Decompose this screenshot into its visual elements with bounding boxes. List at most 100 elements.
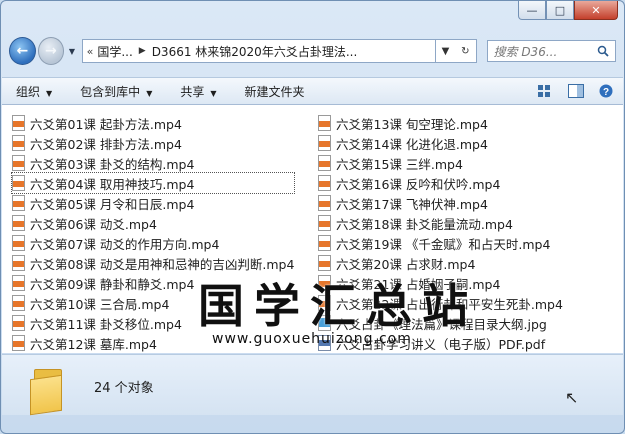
new-folder-label: 新建文件夹 (244, 84, 305, 99)
file-item[interactable]: 六爻第10课 三合局.mp4 (12, 293, 294, 313)
view-controls: ? (537, 84, 623, 98)
file-name: 六爻第22课 占出行卦和平安生死卦.mp4 (336, 296, 563, 312)
new-folder-button[interactable]: 新建文件夹 (231, 83, 319, 100)
close-button[interactable]: ✕ (574, 1, 618, 20)
file-name: 六爻第05课 月令和日辰.mp4 (30, 196, 195, 212)
breadcrumb-overflow-icon[interactable]: « (87, 45, 94, 58)
file-item[interactable]: 六爻第13课 旬空理论.mp4 (318, 113, 563, 133)
file-item[interactable]: 六爻第09课 静卦和静爻.mp4 (12, 273, 294, 293)
chevron-down-icon: ▼ (46, 88, 53, 98)
search-input[interactable]: 搜索 D36... (486, 40, 616, 62)
share-label: 共享 (180, 84, 205, 99)
mp4-file-icon (12, 175, 26, 191)
mp4-file-icon (318, 195, 332, 211)
mp4-file-icon (12, 155, 26, 171)
file-item[interactable]: 六爻第07课 动爻的作用方向.mp4 (12, 233, 294, 253)
file-item[interactable]: 六爻第06课 动爻.mp4 (12, 213, 294, 233)
file-name: 六爻第07课 动爻的作用方向.mp4 (30, 236, 220, 252)
file-name: 六爻第11课 卦爻移位.mp4 (30, 316, 182, 332)
file-name: 六爻第04课 取用神技巧.mp4 (30, 176, 195, 192)
chevron-down-icon: ▼ (146, 88, 153, 98)
organize-menu[interactable]: 组织 ▼ (2, 83, 66, 100)
file-item[interactable]: 六爻第15课 三绊.mp4 (318, 153, 563, 173)
share-menu[interactable]: 共享 ▼ (166, 83, 230, 100)
file-item[interactable]: 六爻第12课 墓库.mp4 (12, 333, 294, 353)
file-item[interactable]: 六爻第03课 卦爻的结构.mp4 (12, 153, 294, 173)
address-dropdown-icon[interactable]: ▼ (442, 46, 450, 57)
file-name: 六爻第15课 三绊.mp4 (336, 156, 463, 172)
file-name: 六爻第02课 排卦方法.mp4 (30, 136, 182, 152)
include-in-library-menu[interactable]: 包含到库中 ▼ (66, 83, 166, 100)
organize-label: 组织 (16, 84, 41, 99)
mp4-file-icon (12, 195, 26, 211)
mp4-file-icon (318, 155, 332, 171)
file-item[interactable]: 六爻第02课 排卦方法.mp4 (12, 133, 294, 153)
file-item[interactable]: 六爻第14课 化进化退.mp4 (318, 133, 563, 153)
address-bar[interactable]: « 国学... ▶ D3661 林来锦2020年六爻占卦理法... (81, 39, 436, 63)
file-name: 六爻第06课 动爻.mp4 (30, 216, 157, 232)
file-name: 六爻第12课 墓库.mp4 (30, 336, 157, 352)
maximize-button[interactable]: □ (546, 1, 574, 20)
mp4-file-icon (12, 275, 26, 291)
help-icon[interactable]: ? (597, 84, 615, 98)
mp4-file-icon (12, 115, 26, 131)
mp4-file-icon (318, 175, 332, 191)
back-button[interactable]: ← (9, 37, 36, 65)
breadcrumb-separator[interactable]: ▶ (139, 46, 146, 56)
mp4-file-icon (318, 215, 332, 231)
file-item[interactable]: 六爻第08课 动爻是用神和忌神的吉凶判断.mp4 (12, 253, 294, 273)
file-name: 六爻第17课 飞神伏神.mp4 (336, 196, 488, 212)
file-list-pane[interactable]: 六爻第01课 起卦方法.mp4 六爻第02课 排卦方法.mp4 六爻第03课 卦爻的… (2, 105, 623, 353)
minimize-button[interactable]: — (518, 1, 546, 20)
file-item[interactable]: 六爻第19课 《千金赋》和占天时.mp4 (318, 233, 563, 253)
file-item[interactable]: 六爻第01课 起卦方法.mp4 (12, 113, 294, 133)
search-placeholder: 搜索 D36... (493, 44, 558, 59)
refresh-icon[interactable]: ↻ (461, 46, 469, 57)
recent-pages-dropdown[interactable]: ▼ (66, 47, 77, 56)
pdf-file-icon (318, 335, 332, 351)
file-item[interactable]: 六爻占卦学习讲义（电子版）PDF.pdf (318, 333, 563, 353)
include-in-library-label: 包含到库中 (80, 84, 141, 99)
file-item[interactable]: 六爻第18课 卦爻能量流动.mp4 (318, 213, 563, 233)
forward-button[interactable]: → (37, 37, 65, 65)
caption-buttons: — □ ✕ (518, 1, 618, 20)
mp4-file-icon (318, 295, 332, 311)
file-item[interactable]: 六爻第20课 占求财.mp4 (318, 253, 563, 273)
file-item[interactable]: 六爻占卦《理法篇》课程目录大纲.jpg (318, 313, 563, 333)
mp4-file-icon (318, 135, 332, 151)
chevron-down-icon: ▼ (210, 88, 217, 98)
breadcrumb-item-guoxue[interactable]: 国学... (97, 43, 132, 60)
magnifier-icon[interactable] (597, 45, 609, 57)
jpg-file-icon (318, 315, 332, 331)
mp4-file-icon (12, 235, 26, 251)
file-item[interactable]: 六爻第22课 占出行卦和平安生死卦.mp4 (318, 293, 563, 313)
file-name: 六爻第20课 占求财.mp4 (336, 256, 476, 272)
file-item[interactable]: 六爻第04课 取用神技巧.mp4 (10, 172, 296, 194)
file-item[interactable]: 六爻第16课 反吟和伏吟.mp4 (318, 173, 563, 193)
file-name: 六爻第10课 三合局.mp4 (30, 296, 170, 312)
mouse-cursor-icon: ↖ (565, 388, 579, 407)
mp4-file-icon (12, 255, 26, 271)
file-item[interactable]: 六爻第11课 卦爻移位.mp4 (12, 313, 294, 333)
file-name: 六爻第13课 旬空理论.mp4 (336, 116, 488, 132)
file-item[interactable]: 六爻第21课 占婚姻子嗣.mp4 (318, 273, 563, 293)
file-name: 六爻第01课 起卦方法.mp4 (30, 116, 182, 132)
command-bar: 组织 ▼ 包含到库中 ▼ 共享 ▼ 新建文件夹 ? (2, 77, 623, 105)
mp4-file-icon (12, 135, 26, 151)
help-glyph: ? (603, 87, 609, 98)
file-column-left: 六爻第01课 起卦方法.mp4 六爻第02课 排卦方法.mp4 六爻第03课 卦爻的… (10, 113, 296, 353)
file-column-right: 六爻第13课 旬空理论.mp4 六爻第14课 化进化退.mp4 六爻第15课 三绊.… (318, 113, 563, 353)
file-item[interactable]: 六爻第17课 飞神伏神.mp4 (318, 193, 563, 213)
mp4-file-icon (12, 315, 26, 331)
breadcrumb-item-current-folder[interactable]: D3661 林来锦2020年六爻占卦理法... (152, 43, 358, 60)
file-name: 六爻第03课 卦爻的结构.mp4 (30, 156, 195, 172)
address-controls: ▼ ↻ (435, 39, 477, 63)
mp4-file-icon (12, 295, 26, 311)
mp4-file-icon (318, 275, 332, 291)
preview-pane-icon[interactable] (567, 84, 585, 98)
view-options-icon[interactable] (537, 84, 555, 98)
details-pane: 24 个对象 (2, 354, 623, 416)
file-name: 六爻第19课 《千金赋》和占天时.mp4 (336, 236, 551, 252)
file-item[interactable]: 六爻第05课 月令和日辰.mp4 (12, 193, 294, 213)
mp4-file-icon (318, 115, 332, 131)
